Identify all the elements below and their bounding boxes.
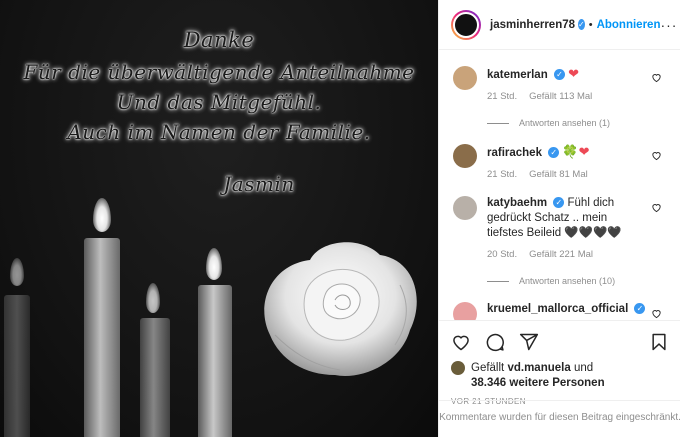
white-rose-image [264, 242, 417, 376]
verified-badge-icon: ✓ [553, 69, 565, 81]
comment-username[interactable]: kruemel_mallorca_official [487, 303, 628, 315]
liker-username[interactable]: vd.manuela [507, 362, 570, 374]
comment-username[interactable]: katemerlan [487, 69, 548, 81]
comment-likes[interactable]: Gefällt 81 Mal [529, 169, 588, 180]
more-options-icon[interactable]: ··· [660, 17, 677, 33]
post-author-username[interactable]: jasminherren78 [490, 19, 575, 31]
comment: katemerlan ✓ ❤ 21 Std. Gefällt 113 Mal An… [451, 50, 668, 128]
comments-restricted-notice: Kommentare wurden für diesen Beitrag ein… [439, 400, 680, 424]
comment-avatar[interactable] [453, 66, 477, 90]
image-text-line-1: Für die überwältigende Anteilnahme [23, 60, 415, 84]
view-replies-button[interactable]: Antworten ansehen (1) [487, 118, 668, 128]
verified-badge-icon: ✓ [548, 147, 560, 159]
likes-connector: und [573, 362, 594, 374]
image-text-line-3: Auch im Namen der Familie. [67, 120, 371, 144]
image-text-signature: Jasmin [223, 172, 295, 196]
verified-badge-icon: ✓ [578, 19, 585, 30]
comment-avatar[interactable] [453, 144, 477, 168]
comment-text: ❤ [568, 66, 580, 81]
comment-username[interactable]: katybaehm [487, 197, 547, 209]
separator-dot: • [588, 18, 593, 31]
liker-avatar [451, 361, 465, 375]
post-image[interactable]: Danke Für die überwältigende Anteilnahme… [0, 0, 438, 437]
follow-button[interactable]: Abonnieren [597, 19, 661, 31]
view-replies-button[interactable]: Antworten ansehen (10) [487, 276, 668, 286]
comment-avatar[interactable] [453, 302, 477, 320]
comment-text: 🍀❤ [562, 144, 590, 159]
comment: kruemel_mallorca_official ✓ [451, 286, 668, 320]
comment: rafirachek ✓ 🍀❤ 21 Std. Gefällt 81 Mal [451, 128, 668, 180]
verified-badge-icon: ✓ [553, 197, 565, 209]
comment-username[interactable]: rafirachek [487, 147, 542, 159]
post-sidebar: jasminherren78 ✓ • Abonnieren ··· kateme… [438, 0, 680, 437]
share-icon[interactable] [519, 332, 539, 352]
comment-likes[interactable]: Gefällt 221 Mal [529, 249, 593, 260]
likes-prefix: Gefällt [471, 362, 505, 374]
like-comment-icon[interactable] [651, 72, 662, 83]
comment-likes[interactable]: Gefällt 113 Mal [529, 91, 592, 102]
heart-icon[interactable] [451, 332, 471, 352]
comment-icon[interactable] [485, 332, 505, 352]
comments-list[interactable]: katemerlan ✓ ❤ 21 Std. Gefällt 113 Mal An… [439, 50, 680, 320]
post-header: jasminherren78 ✓ • Abonnieren ··· [439, 0, 680, 50]
bookmark-icon[interactable] [649, 332, 669, 352]
avatar[interactable] [451, 9, 481, 40]
comment-time: 20 Std. [487, 249, 518, 260]
comment-time: 21 Std. [487, 91, 518, 102]
like-comment-icon[interactable] [651, 308, 662, 319]
likes-count[interactable]: 38.346 weitere Personen [471, 377, 669, 389]
verified-badge-icon: ✓ [634, 303, 646, 315]
like-comment-icon[interactable] [651, 202, 662, 213]
image-text-line-2: Und das Mitgefühl. [116, 90, 322, 114]
comment-avatar[interactable] [453, 196, 477, 220]
post-actions: Gefällt vd.manuela und 38.346 weitere Pe… [439, 320, 680, 406]
image-text-danke: Danke [183, 28, 255, 52]
comment: katybaehm ✓ Fühl dich gedrückt Schatz ..… [451, 180, 668, 286]
likes-summary[interactable]: Gefällt vd.manuela und [451, 361, 669, 375]
comment-time: 21 Std. [487, 169, 518, 180]
like-comment-icon[interactable] [651, 150, 662, 161]
